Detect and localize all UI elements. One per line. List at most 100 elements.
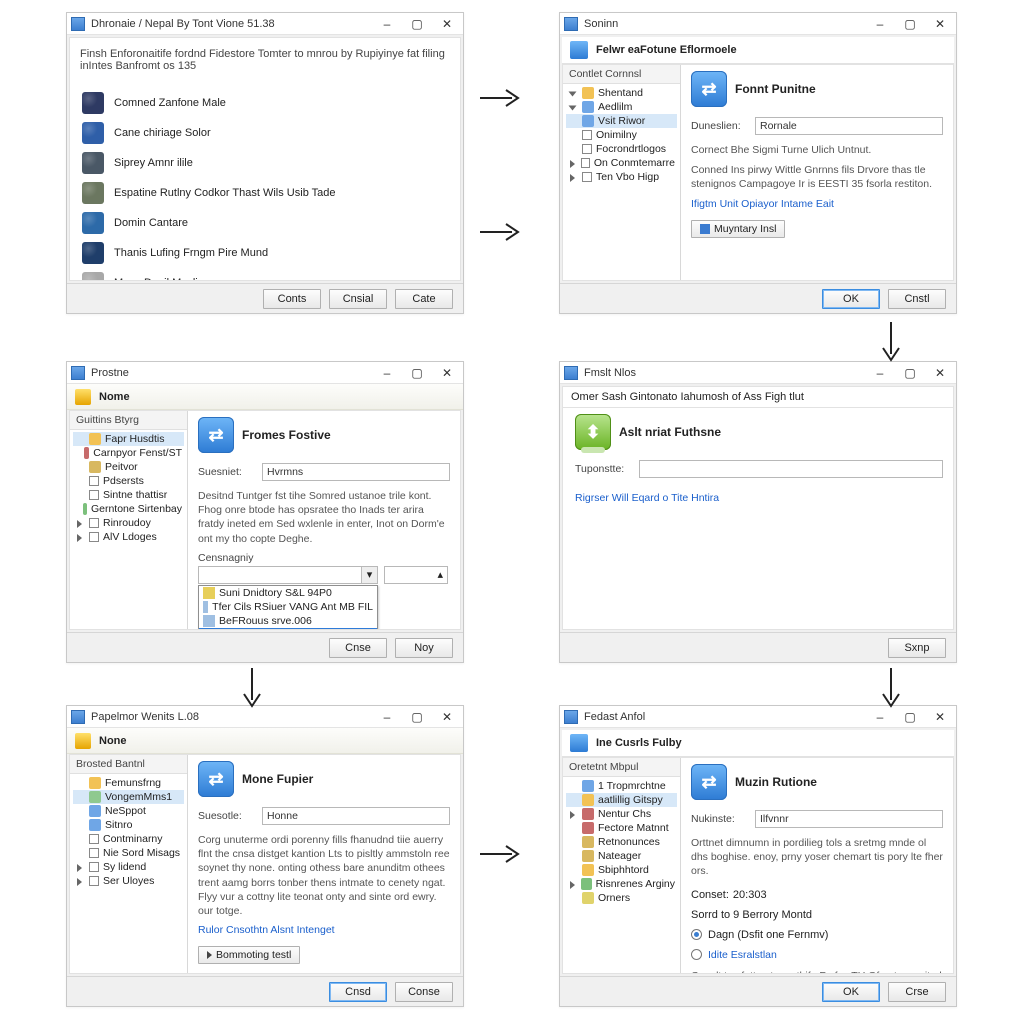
combo-drop-button[interactable]: ▾	[361, 567, 377, 583]
twisty-icon[interactable]	[570, 173, 578, 181]
close-button[interactable]: ✕	[435, 709, 459, 725]
close-button[interactable]: ✕	[435, 365, 459, 381]
minimize-button[interactable]: –	[375, 16, 399, 32]
tree-item[interactable]: On Conmtemarre	[566, 156, 677, 170]
cancel-button[interactable]: Cnstl	[888, 289, 946, 309]
task-item[interactable]: Cane chiriage Solor	[82, 118, 448, 148]
desc-input[interactable]	[639, 460, 943, 478]
twisty-icon[interactable]	[570, 159, 577, 167]
tree-item[interactable]: Femunsfrng	[73, 776, 184, 790]
checkbox[interactable]	[89, 532, 99, 542]
maximize-button[interactable]: ▢	[405, 709, 429, 725]
tree-item[interactable]: Sitnro	[73, 818, 184, 832]
tree-item[interactable]: Focrondrtlogos	[566, 142, 677, 156]
twisty-icon[interactable]	[570, 89, 578, 97]
help-link[interactable]: Rigrser Will Eqard o Tite Hntira	[575, 492, 943, 504]
twisty-icon[interactable]	[77, 863, 85, 871]
radio-2-link[interactable]: Idite Esralstlan	[708, 949, 777, 961]
task-item[interactable]: Thanis Lufing Frngm Pire Mund	[82, 238, 448, 268]
help-link[interactable]: Rulor Cnsothtn Alsnt Intenget	[198, 924, 450, 936]
close-button[interactable]: ✕	[928, 365, 952, 381]
maximize-button[interactable]: ▢	[405, 365, 429, 381]
twisty-icon[interactable]	[77, 519, 85, 527]
checkbox[interactable]	[582, 172, 592, 182]
side-tree[interactable]: ShentandAedlilmVsit RiworOnimilnyFocrond…	[563, 84, 680, 186]
tree-item[interactable]: Retnonunces	[566, 835, 677, 849]
next-button[interactable]: Noy	[395, 638, 453, 658]
checkbox[interactable]	[89, 518, 99, 528]
tree-item[interactable]: Orners	[566, 891, 677, 905]
ok-button[interactable]: Cnse	[329, 638, 387, 658]
task-item[interactable]: Muse Dunil Maylie	[82, 268, 448, 281]
cancel-button[interactable]: Cate	[395, 289, 453, 309]
tree-item[interactable]: Risnrenes Arginy	[566, 877, 677, 891]
combo-option[interactable]: Tfer Cils RSiuer VANG Ant MB FIL	[199, 600, 377, 614]
close-button[interactable]: ✕	[928, 16, 952, 32]
twisty-icon[interactable]	[77, 877, 85, 885]
checkbox[interactable]	[89, 834, 99, 844]
tree-item[interactable]: Fapr Husdtis	[73, 432, 184, 446]
radio-1[interactable]	[691, 929, 702, 940]
close-button[interactable]: ✕	[435, 16, 459, 32]
tree-item[interactable]: Nateager	[566, 849, 677, 863]
tree-item[interactable]: Contminarny	[73, 832, 184, 846]
maximize-button[interactable]: ▢	[898, 16, 922, 32]
desc-input[interactable]	[755, 117, 943, 135]
tool-button[interactable]: Muyntary Insl	[691, 220, 785, 238]
combo-box[interactable]: ▾ ▴ Suni Dnidtory S&L 94P0Tfer Cils RSiu…	[198, 566, 450, 584]
help-link[interactable]: Ifigtm Unit Opiayor Intame Eait	[691, 198, 943, 210]
tool-button[interactable]: Bommoting testl	[198, 946, 300, 964]
tree-item[interactable]: NeSppot	[73, 804, 184, 818]
twisty-icon[interactable]	[570, 880, 577, 888]
tree-item[interactable]: Sbiphhtord	[566, 863, 677, 877]
tree-item[interactable]: Sy lidend	[73, 860, 184, 874]
combo-option[interactable]: Funt Anyhoolishs UtLn10	[199, 628, 377, 629]
minimize-button[interactable]: –	[868, 16, 892, 32]
skip-button[interactable]: Sxnp	[888, 638, 946, 658]
checkbox[interactable]	[581, 158, 590, 168]
tree-item[interactable]: Carnpyor Fenst/ST	[73, 446, 184, 460]
desc-input[interactable]	[262, 463, 450, 481]
side-tree[interactable]: Fapr HusdtisCarnpyor Fenst/STPeitvorPdse…	[70, 430, 187, 546]
tree-item[interactable]: aatlillig Gitspy	[566, 793, 677, 807]
tree-item[interactable]: Peitvor	[73, 460, 184, 474]
checkbox[interactable]	[89, 862, 99, 872]
twisty-icon[interactable]	[77, 533, 85, 541]
tree-item[interactable]: VongemMms1	[73, 790, 184, 804]
tree-item[interactable]: Nie Sord Misags	[73, 846, 184, 860]
checkbox[interactable]	[89, 490, 99, 500]
minimize-button[interactable]: –	[375, 365, 399, 381]
tree-item[interactable]: Nentur Chs	[566, 807, 677, 821]
task-item[interactable]: Espatine Rutlny Codkor Thast Wils Usib T…	[82, 178, 448, 208]
tree-item[interactable]: Shentand	[566, 86, 677, 100]
combo-droplist[interactable]: Suni Dnidtory S&L 94P0Tfer Cils RSiuer V…	[198, 585, 378, 629]
tree-item[interactable]: AlV Ldoges	[73, 530, 184, 544]
desc-input[interactable]	[755, 810, 943, 828]
tree-item[interactable]: Vsit Riwor	[566, 114, 677, 128]
tree-item[interactable]: Pdsersts	[73, 474, 184, 488]
desc-input[interactable]	[262, 807, 450, 825]
tree-item[interactable]: Aedlilm	[566, 100, 677, 114]
tree-item[interactable]: Onimilny	[566, 128, 677, 142]
tree-item[interactable]: Ser Uloyes	[73, 874, 184, 888]
tree-item[interactable]: Ten Vbo Higp	[566, 170, 677, 184]
cancel-button[interactable]: Conse	[395, 982, 453, 1002]
combo-option[interactable]: Suni Dnidtory S&L 94P0	[199, 586, 377, 600]
tree-item[interactable]: Gerntone Sirtenbay	[73, 502, 184, 516]
task-item[interactable]: Domin Cantare	[82, 208, 448, 238]
checkbox[interactable]	[582, 144, 592, 154]
radio-2[interactable]	[691, 949, 702, 960]
tree-item[interactable]: Fectore Matnnt	[566, 821, 677, 835]
ok-button[interactable]: OK	[822, 289, 880, 309]
checkbox[interactable]	[89, 476, 99, 486]
twisty-icon[interactable]	[570, 810, 578, 818]
twisty-icon[interactable]	[570, 103, 578, 111]
mid-button[interactable]: Cnsial	[329, 289, 387, 309]
side-tree[interactable]: 1 Tropmrchtneaatlillig GitspyNentur ChsF…	[563, 777, 680, 907]
ok-button[interactable]: OK	[822, 982, 880, 1002]
combo-option[interactable]: BeFRouus srve.006	[199, 614, 377, 628]
minimize-button[interactable]: –	[375, 709, 399, 725]
tree-item[interactable]: Sintne thattisr	[73, 488, 184, 502]
checkbox[interactable]	[89, 876, 99, 886]
ok-button[interactable]: Conts	[263, 289, 321, 309]
